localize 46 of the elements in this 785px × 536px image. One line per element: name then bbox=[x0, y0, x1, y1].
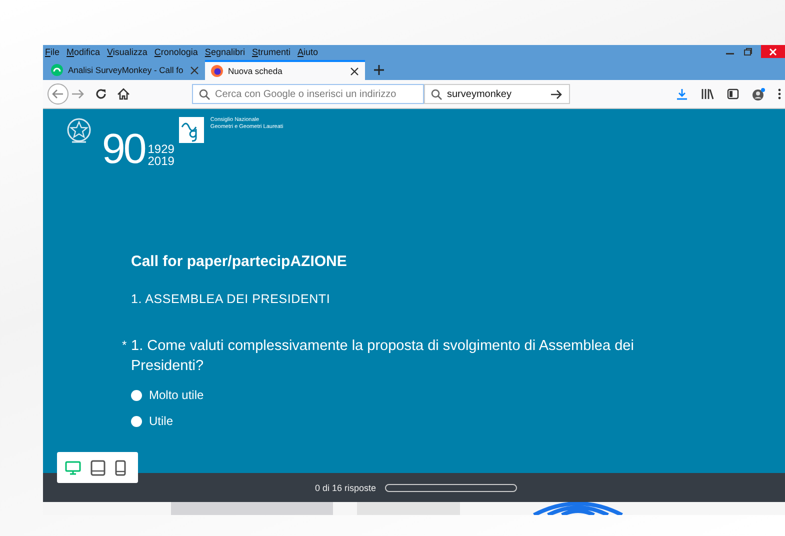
browser-tab[interactable]: Nuova scheda bbox=[205, 60, 365, 80]
section-title: 1. ASSEMBLEA DEI PRESIDENTI bbox=[131, 292, 332, 306]
option-label[interactable]: Utile bbox=[149, 414, 174, 428]
account-icon[interactable] bbox=[752, 88, 765, 100]
menu-item[interactable]: Strumenti bbox=[252, 46, 290, 56]
logo-year: 2019 bbox=[148, 155, 174, 167]
address-input[interactable]: Cerca con Google o inserisci un indirizzo bbox=[215, 88, 417, 100]
emblem-icon bbox=[66, 117, 92, 145]
search-field[interactable]: surveymonkey bbox=[424, 84, 570, 104]
sidebar-icon[interactable] bbox=[727, 88, 739, 100]
menu-item[interactable]: Cronologia bbox=[154, 46, 198, 56]
address-field[interactable]: Cerca con Google o inserisci un indirizzo bbox=[192, 84, 424, 104]
search-input[interactable]: surveymonkey bbox=[447, 88, 545, 100]
reload-icon[interactable] bbox=[95, 88, 107, 100]
progress-text: 0 di 16 risposte bbox=[314, 482, 376, 492]
phone-icon[interactable] bbox=[115, 460, 126, 476]
close-tab-icon[interactable] bbox=[350, 66, 359, 76]
search-icon bbox=[199, 88, 210, 100]
back-icon[interactable] bbox=[47, 83, 69, 105]
menu-item[interactable]: Segnalibri bbox=[204, 46, 245, 56]
radio-button[interactable] bbox=[131, 390, 142, 400]
menu-item[interactable]: Modifica bbox=[66, 46, 100, 56]
question-text: 1. Come valuti complessivamente la proposta di svolgimento di Assemblea dei Presidenti? bbox=[131, 338, 634, 374]
menu-item[interactable]: Visualizza bbox=[107, 46, 148, 56]
new-tab-icon[interactable] bbox=[373, 64, 385, 76]
close-button[interactable] bbox=[761, 45, 785, 58]
restore-icon[interactable] bbox=[743, 46, 753, 56]
menu-item[interactable]: File bbox=[45, 46, 60, 56]
logo-mark-icon bbox=[179, 117, 204, 143]
download-icon[interactable] bbox=[676, 88, 688, 100]
tablet-icon[interactable] bbox=[90, 460, 106, 476]
arrow-right-icon[interactable] bbox=[550, 88, 563, 100]
library-icon[interactable] bbox=[701, 88, 714, 100]
browser-tab[interactable]: Analisi SurveyMonkey - Call fo bbox=[45, 60, 205, 80]
radio-button[interactable] bbox=[131, 416, 142, 426]
required-marker: * bbox=[122, 337, 127, 354]
menu-item[interactable]: Aiuto bbox=[298, 46, 318, 56]
menu-icon[interactable] bbox=[778, 88, 781, 100]
survey-title: Call for paper/partecipAZIONE bbox=[131, 253, 348, 270]
home-icon[interactable] bbox=[117, 88, 130, 100]
option-label[interactable]: Molto utile bbox=[149, 388, 204, 402]
close-icon[interactable] bbox=[768, 46, 778, 56]
search-icon bbox=[431, 88, 442, 100]
logo-year: 1929 bbox=[148, 143, 174, 155]
logo-numeral: 90 bbox=[102, 131, 145, 167]
forward-icon[interactable] bbox=[71, 88, 85, 100]
